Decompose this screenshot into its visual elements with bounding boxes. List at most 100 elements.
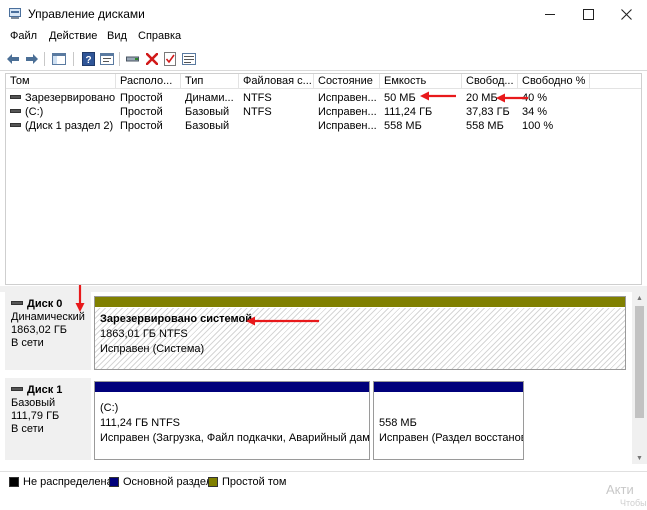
disk-icon xyxy=(11,387,23,392)
forward-button[interactable] xyxy=(23,50,41,68)
activation-watermark-sub: Чтобы xyxy=(620,498,647,508)
partition-c-drive[interactable]: (C:) 111,24 ГБ NTFS Исправен (Загрузка, … xyxy=(94,381,370,460)
partition-size: 558 МБ xyxy=(379,417,417,429)
col-header-free-space[interactable]: Свобод... xyxy=(462,74,518,89)
col-header-capacity[interactable]: Емкость xyxy=(380,74,462,89)
scroll-up-icon[interactable]: ▲ xyxy=(632,292,647,304)
partition-body: (C:) 111,24 ГБ NTFS Исправен (Загрузка, … xyxy=(95,393,369,459)
partition-body: Зарезервировано системой 1863,01 ГБ NTFS… xyxy=(95,308,625,369)
col-header-type[interactable]: Тип xyxy=(181,74,239,89)
forward-arrow-icon xyxy=(26,54,38,64)
menu-file[interactable]: Файл xyxy=(10,30,37,42)
volume-list-header: Том Располо... Тип Файловая с... Состоян… xyxy=(6,74,641,89)
disk-map-scrollbar[interactable]: ▲ ▼ xyxy=(632,292,647,464)
volume-icon xyxy=(10,123,21,128)
disk-status: В сети xyxy=(11,337,44,349)
disk-management-window: Управление дисками Файл Действие Вид Спр… xyxy=(0,0,647,510)
partition-color-bar xyxy=(95,382,369,392)
connect-button[interactable] xyxy=(124,50,142,68)
partition-color-bar xyxy=(95,297,625,307)
volume-row[interactable]: (C:) Простой Базовый NTFS Исправен... 11… xyxy=(6,105,641,119)
volume-name: (Диск 1 раздел 2) xyxy=(25,120,114,132)
annotation-arrow xyxy=(75,285,85,312)
volume-icon xyxy=(10,95,21,100)
partition-title xyxy=(379,401,523,416)
volume-layout: Простой xyxy=(120,92,163,104)
connect-icon xyxy=(126,56,139,62)
toolbar: ? xyxy=(0,47,647,71)
volume-type: Базовый xyxy=(185,106,230,118)
console-tree-button[interactable] xyxy=(50,50,68,68)
partition-system-reserved[interactable]: Зарезервировано системой 1863,01 ГБ NTFS… xyxy=(94,296,626,370)
volume-free-percent: 34 % xyxy=(522,106,548,118)
partition-size: 111,24 ГБ NTFS xyxy=(100,417,181,429)
legend-unallocated: Не распределена xyxy=(9,476,113,488)
svg-text:?: ? xyxy=(85,55,91,66)
disk-management-app-icon xyxy=(9,8,21,19)
volume-filesystem: NTFS xyxy=(243,92,272,104)
disk-status: В сети xyxy=(11,423,44,435)
title-bar: Управление дисками xyxy=(0,0,647,28)
scrollbar-thumb[interactable] xyxy=(635,306,644,418)
volume-row[interactable]: (Диск 1 раздел 2) Простой Базовый Исправ… xyxy=(6,119,641,133)
menu-view[interactable]: Вид xyxy=(107,30,127,42)
disk-name: Диск 0 xyxy=(27,298,63,310)
volume-free-percent: 100 % xyxy=(522,120,554,132)
scroll-down-icon[interactable]: ▼ xyxy=(632,452,647,464)
partition-status: Исправен (Система) xyxy=(100,343,205,355)
volume-capacity: 558 МБ xyxy=(384,120,422,132)
legend-primary-partition: Основной раздел xyxy=(109,476,212,488)
annotation-arrow xyxy=(420,91,456,101)
volume-name: (C:) xyxy=(25,106,44,118)
back-button[interactable] xyxy=(4,50,22,68)
partition-title: (C:) xyxy=(100,402,119,414)
disk-1-label[interactable]: Диск 1 Базовый 111,79 ГБ В сети xyxy=(5,378,91,460)
disk-type: Базовый xyxy=(11,397,56,409)
legend-swatch xyxy=(109,477,119,487)
volume-status: Исправен... xyxy=(318,106,377,118)
col-header-filesystem[interactable]: Файловая с... xyxy=(239,74,314,89)
partition-recovery[interactable]: 558 МБ Исправен (Раздел восстанова xyxy=(373,381,524,460)
col-header-free-percent[interactable]: Свободно % xyxy=(518,74,590,89)
partition-title: Зарезервировано системой xyxy=(100,313,252,325)
volume-name-cell: (Диск 1 раздел 2) xyxy=(6,119,116,133)
volume-status: Исправен... xyxy=(318,92,377,104)
maximize-button[interactable] xyxy=(568,0,608,28)
details-button[interactable] xyxy=(180,50,198,68)
volume-list[interactable]: Том Располо... Тип Файловая с... Состоян… xyxy=(5,73,642,285)
partition-size: 1863,01 ГБ NTFS xyxy=(100,328,188,340)
legend-swatch xyxy=(208,477,218,487)
volume-layout: Простой xyxy=(120,120,163,132)
volume-filesystem: NTFS xyxy=(243,106,272,118)
volume-capacity: 111,24 ГБ xyxy=(384,106,433,118)
menu-action[interactable]: Действие xyxy=(49,30,97,42)
disk-size: 111,79 ГБ xyxy=(11,410,60,422)
col-header-layout[interactable]: Располо... xyxy=(116,74,181,89)
volume-type: Динами... xyxy=(185,92,234,104)
close-button[interactable] xyxy=(606,0,646,28)
partition-color-bar xyxy=(374,382,523,392)
disk-icon xyxy=(11,301,23,306)
help-button[interactable]: ? xyxy=(79,50,97,68)
col-header-status[interactable]: Состояние xyxy=(314,74,380,89)
disk-name: Диск 1 xyxy=(27,384,63,396)
window-title: Управление дисками xyxy=(28,7,145,21)
delete-icon xyxy=(146,53,158,65)
volume-row[interactable]: Зарезервировано... Простой Динами... NTF… xyxy=(6,91,641,105)
volume-name: Зарезервировано... xyxy=(25,92,116,104)
minimize-button[interactable] xyxy=(530,0,570,28)
volume-status: Исправен... xyxy=(318,120,377,132)
menu-help[interactable]: Справка xyxy=(138,30,181,42)
help-icon: ? xyxy=(81,52,95,66)
col-header-volume[interactable]: Том xyxy=(6,74,116,89)
menu-bar: Файл Действие Вид Справка xyxy=(0,28,647,46)
properties-button[interactable] xyxy=(98,50,116,68)
partition-body: 558 МБ Исправен (Раздел восстанова xyxy=(374,393,523,459)
annotation-arrow xyxy=(496,93,528,103)
partition-status: Исправен (Раздел восстанова xyxy=(379,432,523,444)
delete-button[interactable] xyxy=(143,50,161,68)
check-button[interactable] xyxy=(161,50,179,68)
activation-watermark: Акти xyxy=(606,482,634,497)
volume-icon xyxy=(10,109,21,114)
partition-status: Исправен (Загрузка, Файл подкачки, Авари… xyxy=(100,432,369,444)
